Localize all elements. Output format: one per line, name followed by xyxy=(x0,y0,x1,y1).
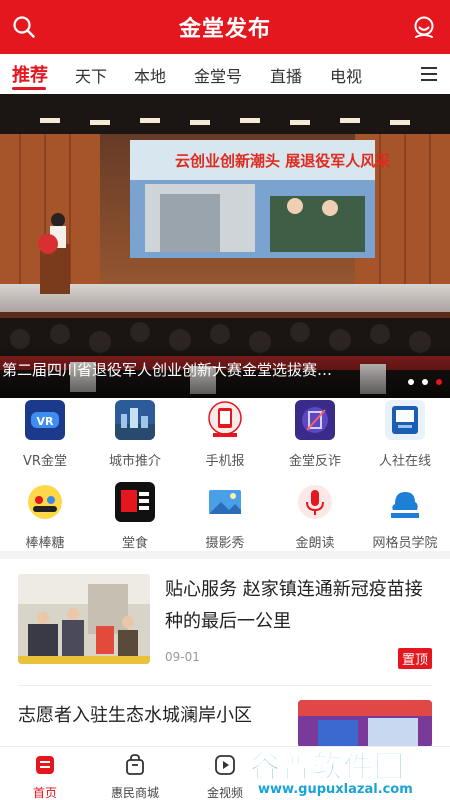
tab-jintang-hao[interactable]: 金堂号 xyxy=(194,63,242,87)
city-icon xyxy=(115,400,155,440)
nav-home[interactable]: 首页 xyxy=(0,753,90,800)
anti-fraud-icon xyxy=(295,400,335,440)
grid-item-label: 金堂反诈 xyxy=(288,454,341,469)
watermark-title: 谷普软件园 xyxy=(250,750,405,786)
grid-item-vr[interactable]: VR VR金堂 xyxy=(0,400,90,469)
grid-item-photo[interactable]: 摄影秀 xyxy=(180,482,270,551)
news-item[interactable]: 贴心服务 赵家镇连通新冠疫苗接种的最后一公里 09-01 置顶 xyxy=(0,570,450,670)
grid-item-label: VR金堂 xyxy=(23,454,67,469)
grid-item-hr-online[interactable]: 人社在线 xyxy=(360,400,450,469)
carousel-dot[interactable] xyxy=(422,379,428,385)
nav-label: 首页 xyxy=(32,786,57,800)
user-icon[interactable] xyxy=(412,15,436,39)
watermark-url: www.gupuxlazal.com xyxy=(258,782,413,797)
grid-item-label: 堂食 xyxy=(121,536,148,551)
home-icon xyxy=(36,756,54,774)
grid-item-grid-college[interactable]: 网格员学院 xyxy=(360,482,450,551)
section-divider xyxy=(0,551,450,559)
news-title[interactable]: 志愿者入驻生态水城澜岸小区 xyxy=(18,700,278,732)
grid-item-lollipop[interactable]: 棒棒糖 xyxy=(0,482,90,551)
tab-tv[interactable]: 电视 xyxy=(330,63,362,87)
site-watermark: 谷普软件园 www.gupuxlazal.com xyxy=(250,742,450,800)
grid-item-city[interactable]: 城市推介 xyxy=(90,400,180,469)
pinned-badge: 置顶 xyxy=(397,648,432,669)
vr-icon: VR xyxy=(25,400,65,440)
channel-tabs: 推荐 天下 本地 金堂号 直播 电视 xyxy=(0,54,450,94)
lollipop-icon xyxy=(25,482,65,522)
service-grid: VR VR金堂 城市推介 手机报 金堂反诈 人社在线 棒棒糖 堂食 摄影秀 金朗… xyxy=(0,398,450,551)
grid-college-icon xyxy=(385,482,425,522)
svg-text:VR: VR xyxy=(37,415,55,428)
news-date: 09-01 xyxy=(165,650,200,664)
grid-item-label: 摄影秀 xyxy=(205,536,245,551)
grid-item-label: 城市推介 xyxy=(108,454,161,469)
grid-item-reading[interactable]: 金朗读 xyxy=(270,482,360,551)
tab-local[interactable]: 本地 xyxy=(134,63,166,87)
reading-icon xyxy=(295,482,335,522)
news-title[interactable]: 贴心服务 赵家镇连通新冠疫苗接种的最后一公里 xyxy=(165,574,435,638)
grid-item-phone-news[interactable]: 手机报 xyxy=(180,400,270,469)
active-tab-indicator xyxy=(12,87,46,90)
banner-caption[interactable]: 第二届四川省退役军人创业创新大赛金堂选拔赛… xyxy=(2,359,332,380)
news-thumbnail xyxy=(18,574,150,664)
screen-headline: 云创业创新潮头 展退役军人风采 xyxy=(175,152,391,170)
shopping-bag-icon xyxy=(126,754,144,775)
app-title: 金堂发布 xyxy=(178,17,271,42)
tab-recommend[interactable]: 推荐 xyxy=(12,61,48,87)
news-separator xyxy=(18,685,432,686)
carousel-dot-active[interactable] xyxy=(436,379,442,385)
nav-mall[interactable]: 惠民商城 xyxy=(90,753,180,800)
hr-online-icon xyxy=(385,400,425,440)
banner-carousel[interactable]: 云创业创新潮头 展退役军人风采 第二届四川省退役军人创业创新大赛金堂选拔赛… xyxy=(0,94,450,398)
grid-item-label: 人社在线 xyxy=(378,454,431,469)
banner-caption-bar: 第二届四川省退役军人创业创新大赛金堂选拔赛… xyxy=(0,344,450,398)
grid-item-food[interactable]: 堂食 xyxy=(90,482,180,551)
carousel-dots xyxy=(400,370,442,389)
carousel-dot[interactable] xyxy=(408,379,414,385)
news-thumbnail xyxy=(298,700,432,748)
tab-world[interactable]: 天下 xyxy=(75,63,107,87)
grid-item-label: 金朗读 xyxy=(295,536,335,551)
grid-item-label: 网格员学院 xyxy=(372,536,438,551)
app-header: 金堂发布 xyxy=(0,0,450,54)
news-item[interactable]: 志愿者入驻生态水城澜岸小区 xyxy=(0,696,450,748)
grid-item-label: 手机报 xyxy=(205,454,245,469)
nav-label: 惠民商城 xyxy=(110,786,159,800)
phone-news-icon xyxy=(205,400,245,440)
tab-live[interactable]: 直播 xyxy=(270,63,302,87)
grid-item-anti-fraud[interactable]: 金堂反诈 xyxy=(270,400,360,469)
food-icon xyxy=(115,482,155,522)
grid-item-label: 棒棒糖 xyxy=(25,536,65,551)
photo-icon xyxy=(205,482,245,522)
video-icon xyxy=(215,755,235,775)
menu-icon[interactable] xyxy=(420,65,438,83)
